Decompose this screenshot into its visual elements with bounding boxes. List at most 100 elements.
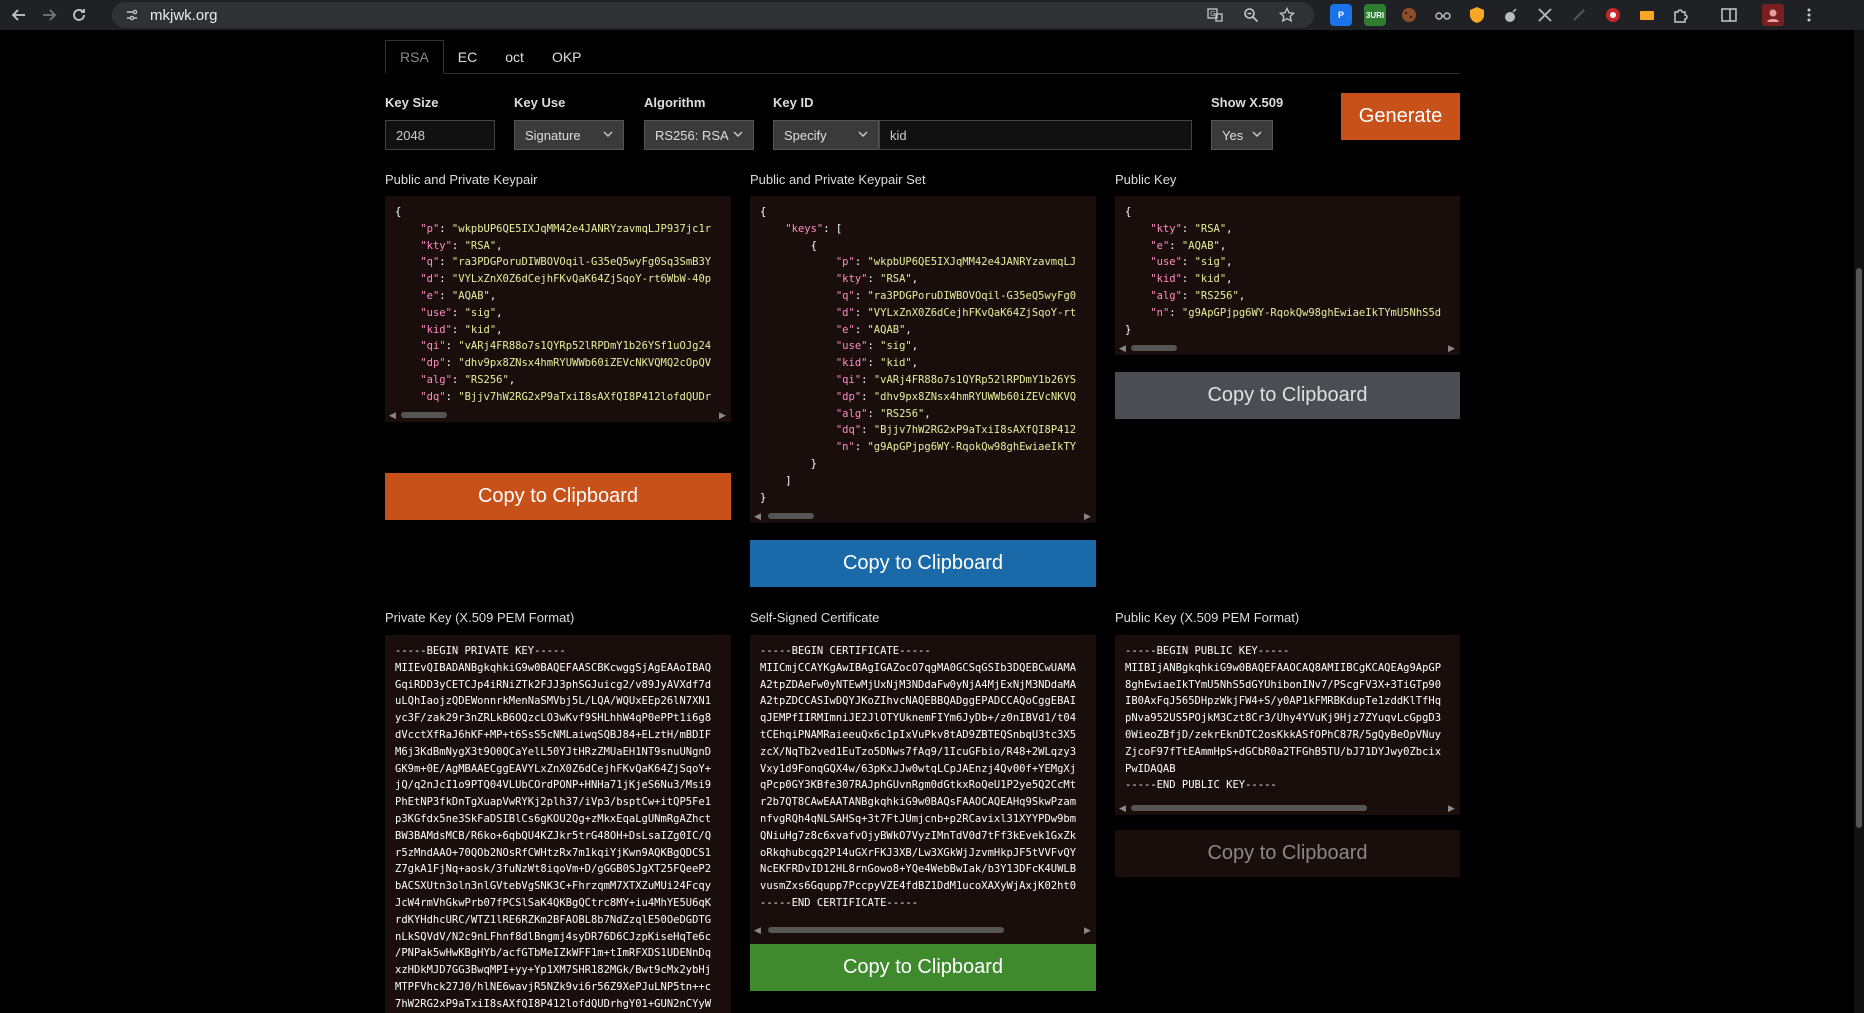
code-line: "dp": "dhv9px8ZNsx4hmRYUWWb60iZEVcNKVQMQ… <box>420 357 712 370</box>
private-pem-label: Private Key (X.509 PEM Format) <box>385 610 575 625</box>
code-line: yc3F/zak29r3nZRLkB6OQzcLO3wKvf9SHLhhW4qP… <box>395 712 712 725</box>
chevron-down-icon <box>1252 131 1262 137</box>
page-scrollbar[interactable] <box>1854 30 1864 1013</box>
tab-ec[interactable]: EC <box>444 40 491 74</box>
zoom-icon[interactable] <box>1242 6 1260 24</box>
p-extension-icon[interactable]: P <box>1330 4 1352 26</box>
page-scrollbar-thumb[interactable] <box>1856 268 1862 828</box>
back-icon[interactable] <box>8 4 30 26</box>
keypair-set-scrollbar[interactable]: ◀ ▶ <box>750 509 1096 523</box>
address-bar[interactable]: mkjwk.org G <box>112 2 1314 28</box>
public-key-scrollbar[interactable]: ◀ ▶ <box>1115 341 1460 355</box>
code-line: "kid": "kid", <box>1150 273 1233 286</box>
code-line: PwIDAQAB <box>1125 762 1176 775</box>
code-line: nLkSQVdV/N2c9nLFhnf8dlBngmj4syDR76D6CJzp… <box>395 930 712 943</box>
code-line: IB0AxFqJ565DHpzWkjFW4+S/y0AP1kFMRBKdupTe… <box>1125 695 1442 708</box>
key-use-select[interactable]: Signature <box>514 120 624 150</box>
public-pem-scrollbar[interactable]: ◀ ▶ <box>1115 801 1460 815</box>
page-content: RSA EC oct OKP Key Size 2048 Key Use Sig… <box>0 30 1864 1013</box>
key-use-label: Key Use <box>514 95 566 110</box>
copy-public-pem-button[interactable]: Copy to Clipboard <box>1115 830 1460 877</box>
translate-icon[interactable]: G <box>1206 6 1224 24</box>
public-key-output[interactable]: { "kty": "RSA", "e": "AQAB", "use": "sig… <box>1115 196 1460 341</box>
cookie-extension-icon[interactable] <box>1398 4 1420 26</box>
code-line: } <box>760 457 817 470</box>
algorithm-select[interactable]: RS256: RSA <box>644 120 754 150</box>
code-line: Z7gkA1FjNq+aosk/3fuNzWt8iqoVm+D/gGGB0SJg… <box>395 863 712 876</box>
public-pem-output[interactable]: -----BEGIN PUBLIC KEY----- MIIBIjANBgkqhk… <box>1115 635 1460 801</box>
side-panel-icon[interactable] <box>1718 4 1740 26</box>
site-info-icon[interactable] <box>124 7 140 23</box>
key-id-mode-select[interactable]: Specify <box>773 120 879 150</box>
keypair-scrollbar[interactable]: ◀ ▶ <box>385 408 731 422</box>
copy-public-key-button[interactable]: Copy to Clipboard <box>1115 372 1460 419</box>
code-line: -----BEGIN PRIVATE KEY----- <box>395 645 566 657</box>
code-line: -----BEGIN CERTIFICATE----- <box>760 645 931 657</box>
keypair-label: Public and Private Keypair <box>385 172 538 187</box>
code-line: "kid": "kid", <box>835 357 919 370</box>
chevron-down-icon <box>733 131 743 137</box>
keypair-set-label: Public and Private Keypair Set <box>750 172 926 187</box>
code-line: ZjcoF97fTtEAmmHpS+dGCbR0a2TFGhB5TU/bJ71D… <box>1125 745 1442 758</box>
reload-icon[interactable] <box>68 4 90 26</box>
browser-menu-icon[interactable] <box>1798 4 1820 26</box>
profile-avatar-icon[interactable] <box>1762 4 1784 26</box>
x-extension-icon[interactable] <box>1534 4 1556 26</box>
code-line: "e": "AQAB", <box>420 289 497 302</box>
key-id-input[interactable]: kid <box>879 120 1192 150</box>
folder-extension-icon[interactable] <box>1636 4 1658 26</box>
buri-extension-icon[interactable]: 3URI <box>1364 4 1386 26</box>
code-line: MIIEvQIBADANBgkqhkiG9w0BAQEFAASCBKcwggSj… <box>395 661 712 674</box>
code-line: 7hW2RG2xP9aTxiI8sAXfQI8P412lofdQUDrhgY01… <box>395 997 712 1010</box>
code-line: "e": "AQAB", <box>1150 239 1227 252</box>
extensions-bar: P 3URI <box>1330 4 1820 26</box>
code-line: "p": "wkpbUP6QE5IXJqMM42e4JANRYzavmqLJP9… <box>420 222 712 235</box>
forward-icon[interactable] <box>38 4 60 26</box>
copy-certificate-button[interactable]: Copy to Clipboard <box>750 944 1096 991</box>
code-line: jQ/q2nJcI1o9PTQ04VLUbCOrdPONP+HNHa71jKje… <box>395 779 712 792</box>
code-line: "q": "ra3PDGPoruDIWBOVOqil-G35eQ5wyFg0Sq… <box>420 256 712 269</box>
certificate-scrollbar[interactable]: ◀ ▶ <box>750 923 1096 937</box>
tab-okp[interactable]: OKP <box>538 40 596 74</box>
code-line: NcEKFRDvID12HL8rnGowo8+YQe4WebBwIak/b3Y1… <box>760 863 1077 876</box>
brave-shield-extension-icon[interactable] <box>1466 4 1488 26</box>
generate-button[interactable]: Generate <box>1341 93 1460 140</box>
tab-rsa[interactable]: RSA <box>385 40 444 74</box>
dimmed-extension-icon[interactable] <box>1568 4 1590 26</box>
tab-oct[interactable]: oct <box>491 40 538 74</box>
code-line: { <box>395 206 402 218</box>
vpn-extension-icon[interactable] <box>1602 4 1624 26</box>
code-line: oRkqhubcgq2P14uGXrFKJ3XB/Lw3XGkWjJzvmHkp… <box>760 846 1077 859</box>
key-size-input[interactable]: 2048 <box>385 120 495 150</box>
code-line: "kid": "kid", <box>420 323 503 336</box>
bomb-extension-icon[interactable] <box>1500 4 1522 26</box>
code-line: "dq": "Bjjv7hW2RG2xP9aTxiI8sAXfQI8P412 <box>835 424 1077 437</box>
code-line: uLQhIaojzQDEWonnrkMenNaSMVbj5L/LQA/WQUxE… <box>395 695 712 708</box>
keypair-output[interactable]: { "p": "wkpbUP6QE5IXJqMM42e4JANRYzavmqLJ… <box>385 196 731 408</box>
code-line: vusmZxs6Gqupp7PccpyVZE4fdBZ1DdM1ucoXAXyW… <box>760 880 1077 893</box>
browser-toolbar: mkjwk.org G P 3URI <box>0 0 1864 30</box>
private-pem-output[interactable]: -----BEGIN PRIVATE KEY----- MIIEvQIBADANB… <box>385 635 731 1013</box>
code-line: "dp": "dhv9px8ZNsx4hmRYUWWb60iZEVcNKVQ <box>835 390 1077 403</box>
keypair-set-output[interactable]: { "keys": [ { "p": "wkpbUP6QE5IXJqMM42e4… <box>750 196 1096 509</box>
url-text: mkjwk.org <box>150 6 218 24</box>
code-line: tCEhqiPNAMRaieeuQx6c1pIxVuPkv8tAD9ZBTEQS… <box>760 728 1077 741</box>
copy-keypair-set-button[interactable]: Copy to Clipboard <box>750 540 1096 587</box>
code-line: A2tpZDAeFw0yNTEwMjUxNjM3NDdaFw0yNjA4MjEx… <box>760 678 1077 691</box>
bookmark-star-icon[interactable] <box>1278 6 1296 24</box>
code-line: { <box>760 206 767 218</box>
code-line: -----END PUBLIC KEY----- <box>1125 779 1277 792</box>
show-x509-select[interactable]: Yes <box>1211 120 1273 150</box>
code-line: { <box>1125 206 1132 218</box>
glasses-extension-icon[interactable] <box>1432 4 1454 26</box>
code-line: p3KGfdx5ne3SkFaDSIBlCs6gKOU2Qg+zMkxEqaLg… <box>395 812 712 825</box>
copy-keypair-button[interactable]: Copy to Clipboard <box>385 473 731 520</box>
certificate-label: Self-Signed Certificate <box>750 610 880 625</box>
code-line: 8ghEwiaeIkTYmU5NhS5dGYUhibonINv7/PScgFV3… <box>1125 678 1442 691</box>
certificate-output[interactable]: -----BEGIN CERTIFICATE----- MIICmjCCAYKgA… <box>750 635 1096 953</box>
code-line: PhEtNP3fkDnTgXuapVwRYKj2plh37/iVp3/bsptC… <box>395 796 712 809</box>
extensions-puzzle-icon[interactable] <box>1670 4 1692 26</box>
key-type-tabs: RSA EC oct OKP <box>385 40 1460 74</box>
code-line: "p": "wkpbUP6QE5IXJqMM42e4JANRYzavmqLJ <box>835 256 1077 269</box>
code-line: "qi": "vARj4FR88o7s1QYRp52lRPDmY1b26YS <box>835 373 1077 386</box>
